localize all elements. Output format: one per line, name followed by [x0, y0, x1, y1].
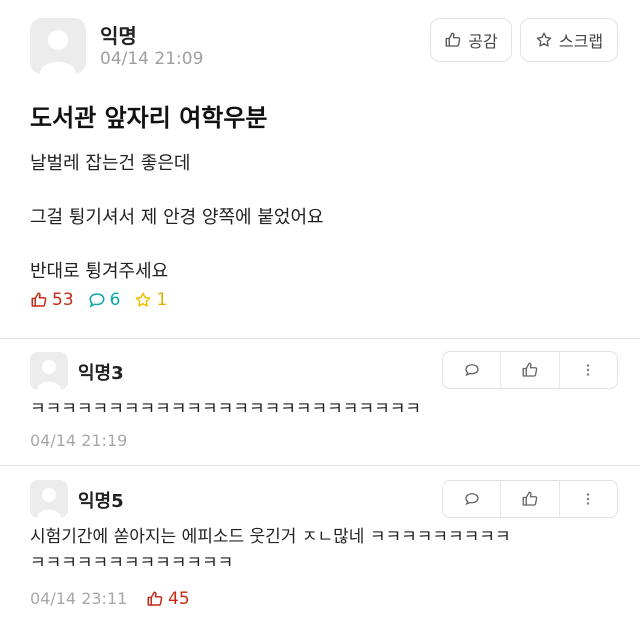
thumbs-up-icon: [445, 32, 461, 47]
comment-avatar: [30, 480, 68, 518]
star-icon: [136, 292, 151, 307]
post-body-line: 반대로 튕겨주세요: [30, 261, 169, 282]
scrap-button[interactable]: 스크랩: [520, 18, 618, 62]
comment-text: ㅋㅋㅋㅋㅋㅋㅋㅋㅋㅋㅋㅋㅋ: [30, 553, 234, 573]
like-count: 53: [30, 290, 74, 310]
star-icon: [536, 32, 552, 47]
post-body-line: 날벌레 잡는건 좋은데: [30, 153, 191, 174]
post-author: 익명: [100, 24, 137, 48]
comment-count: 6: [88, 290, 121, 310]
comment-actions: [442, 480, 618, 518]
more-options-button[interactable]: [558, 352, 617, 388]
comment-avatar: [30, 352, 68, 390]
post-title: 도서관 앞자리 여학우분: [30, 104, 268, 132]
post-time: 04/14 21:09: [100, 49, 204, 69]
scrap-button-label: 스크랩: [558, 32, 604, 51]
speech-bubble-icon: [464, 493, 479, 506]
post-body-line: 그걸 튕기셔서 제 안경 양쪽에 붙었어요: [30, 207, 324, 228]
comment-like-count-value: 45: [168, 589, 190, 609]
comment-actions: [442, 351, 618, 389]
author-avatar: [30, 18, 86, 74]
comment-author: 익명3: [78, 363, 124, 384]
scrap-count: 1: [134, 290, 167, 310]
scrap-count-value: 1: [156, 290, 168, 310]
comment-author: 익명5: [78, 491, 124, 512]
thumbs-up-icon: [522, 491, 538, 506]
thumbs-up-icon: [147, 591, 163, 606]
comment-count-value: 6: [109, 290, 121, 310]
speech-bubble-icon: [464, 364, 479, 377]
comment-like-button[interactable]: [500, 352, 558, 388]
reply-button[interactable]: [443, 481, 500, 517]
post-stats: 53 6 1: [30, 290, 167, 310]
comment-item: 익명5 시험기간에 쏟아지는 에피소드 웃긴거 ㅈㄴ많네 ㅋㅋㅋㅋㅋㅋㅋㅋㅋ ㅋ…: [0, 466, 640, 620]
more-options-button[interactable]: [558, 481, 617, 517]
speech-bubble-icon: [89, 293, 105, 308]
comment-time: 04/14 21:19: [30, 431, 128, 450]
comment-text: ㅋㅋㅋㅋㅋㅋㅋㅋㅋㅋㅋㅋㅋㅋㅋㅋㅋㅋㅋㅋㅋㅋㅋㅋㅋ: [30, 399, 421, 419]
comment-item: 익명3 ㅋㅋㅋㅋㅋㅋㅋㅋㅋㅋㅋㅋㅋㅋㅋㅋㅋㅋㅋㅋㅋㅋㅋㅋㅋ 04/14 21:1…: [0, 339, 640, 465]
thumbs-up-icon: [31, 292, 47, 307]
thumbs-up-icon: [522, 362, 538, 377]
comment-time: 04/14 23:11: [30, 589, 128, 608]
like-count-value: 53: [52, 290, 74, 310]
comment-like-button[interactable]: [500, 481, 558, 517]
like-button[interactable]: 공감: [430, 18, 512, 62]
comment-like-count: 45: [146, 589, 190, 609]
reply-button[interactable]: [443, 352, 500, 388]
more-vertical-icon: [587, 493, 590, 505]
like-button-label: 공감: [468, 32, 498, 51]
comment-text: 시험기간에 쏟아지는 에피소드 웃긴거 ㅈㄴ많네 ㅋㅋㅋㅋㅋㅋㅋㅋㅋ: [30, 527, 511, 547]
post: 익명 04/14 21:09 공감 스크랩 도서관 앞자리 여학우분 날벌레 잡…: [0, 0, 640, 338]
more-vertical-icon: [587, 364, 590, 376]
